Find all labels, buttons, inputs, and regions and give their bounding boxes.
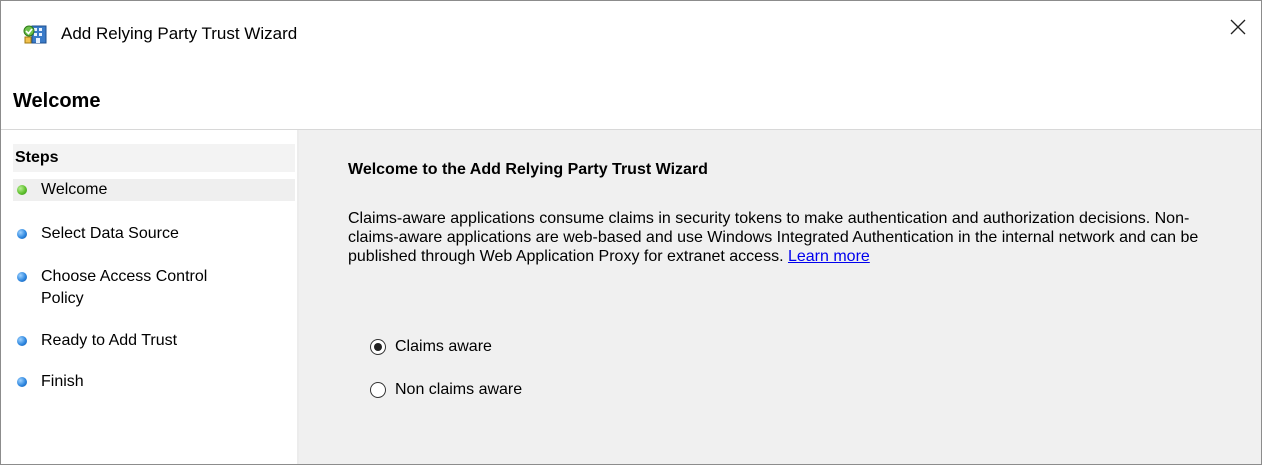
title-bar: Add Relying Party Trust Wizard [1,1,1261,65]
step-label: Welcome [41,181,108,198]
step-status-pending-icon [17,377,27,387]
step-label: Choose Access Control Policy [41,268,208,307]
non-claims-aware-radio[interactable] [370,382,386,398]
wizard-window: Add Relying Party Trust Wizard Welcome S… [0,0,1262,465]
step-status-current-icon [17,185,27,195]
claims-aware-radio[interactable] [370,339,386,355]
page-header: Welcome [1,65,1261,129]
steps-pane: Steps Welcome Select Data Source Choose … [1,130,299,464]
step-label: Ready to Add Trust [41,332,178,349]
step-ready-to-add-trust[interactable]: Ready to Add Trust [13,330,295,352]
learn-more-link[interactable]: Learn more [788,248,870,265]
step-select-data-source[interactable]: Select Data Source [13,223,295,245]
step-label: Select Data Source [41,225,179,242]
claims-aware-label: Claims aware [395,338,492,355]
claims-aware-option[interactable]: Claims aware [370,336,492,358]
main-pane: Welcome to the Add Relying Party Trust W… [299,130,1261,464]
close-button[interactable] [1215,9,1261,49]
steps-heading: Steps [13,144,295,172]
step-welcome[interactable]: Welcome [13,179,295,201]
step-status-pending-icon [17,229,27,239]
description-text: Claims-aware applications consume claims… [348,210,1199,265]
step-status-pending-icon [17,272,27,282]
step-label: Finish [41,373,84,390]
main-description: Claims-aware applications consume claims… [348,209,1208,266]
non-claims-aware-option[interactable]: Non claims aware [370,379,522,401]
page-title: Welcome [13,90,101,112]
step-finish[interactable]: Finish [13,371,295,393]
relying-party-trust-icon [23,23,49,45]
wizard-content: Steps Welcome Select Data Source Choose … [1,129,1261,464]
window-title: Add Relying Party Trust Wizard [61,24,298,43]
step-status-pending-icon [17,336,27,346]
step-choose-access-control-policy[interactable]: Choose Access Control Policy [13,266,253,310]
main-title: Welcome to the Add Relying Party Trust W… [348,161,708,178]
non-claims-aware-label: Non claims aware [395,381,523,398]
close-icon [1230,19,1246,40]
